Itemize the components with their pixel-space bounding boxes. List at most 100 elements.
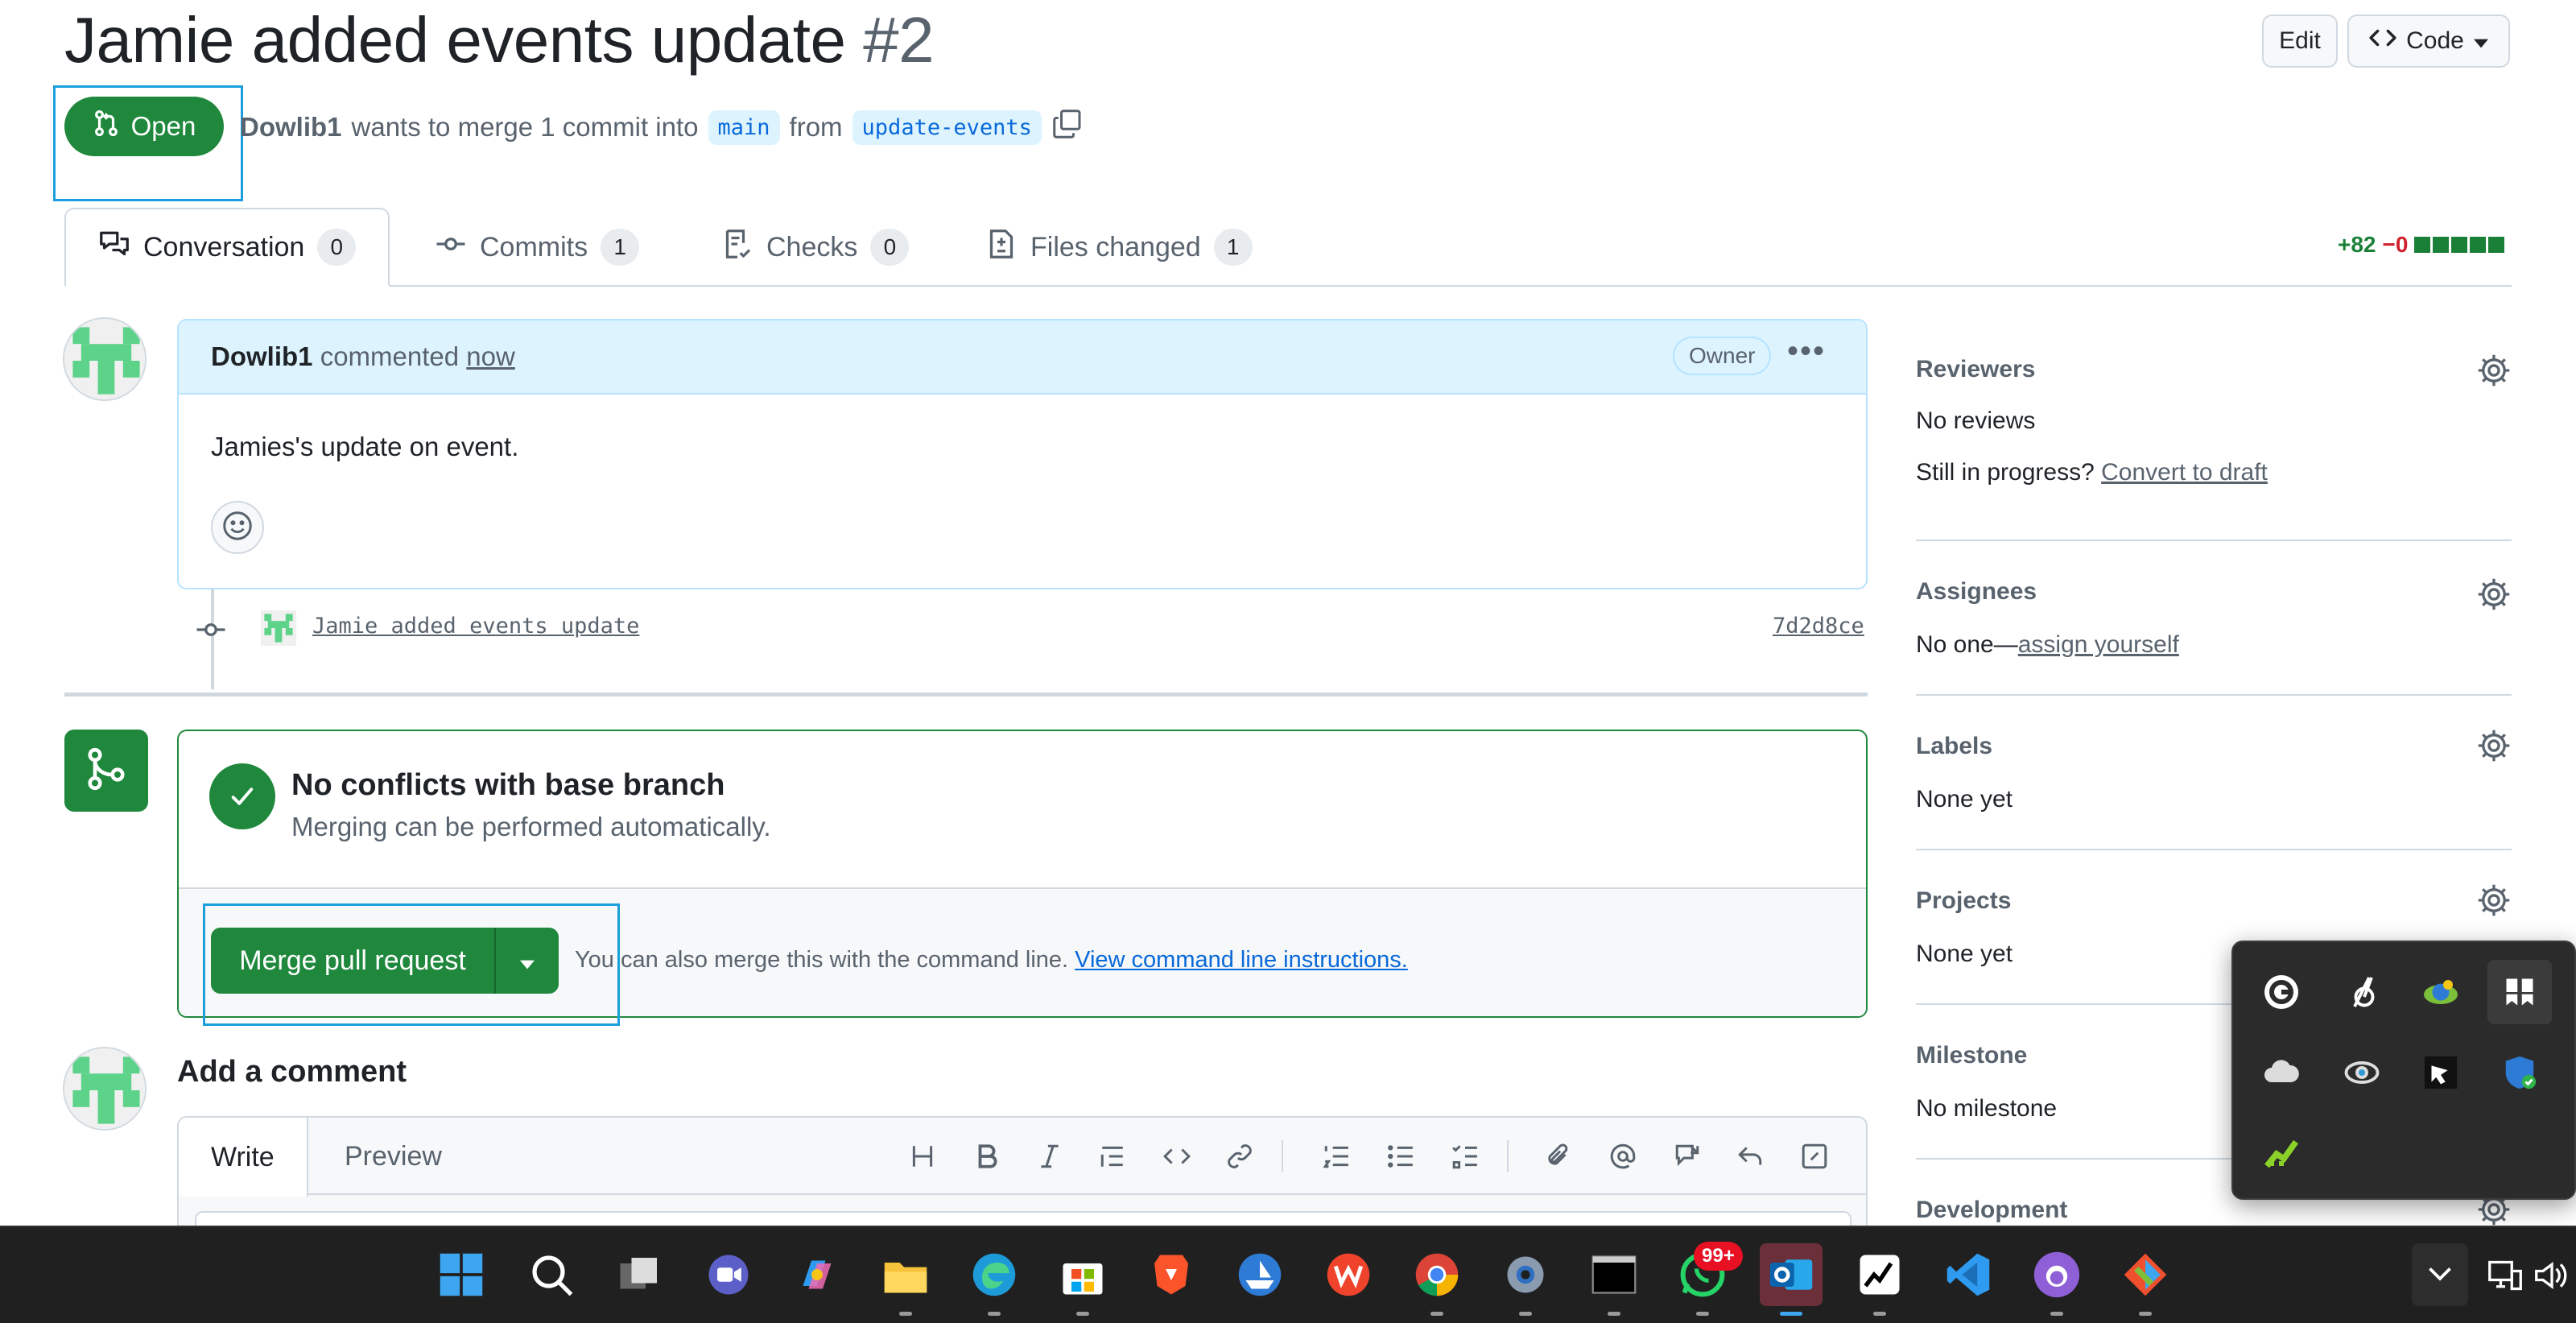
grammarly-icon[interactable] [2249,960,2314,1024]
sidebar-divider [1916,540,2512,541]
tab-preview[interactable]: Preview [312,1118,474,1195]
volume-icon[interactable] [2534,1259,2570,1296]
wps-icon[interactable] [1317,1243,1380,1306]
mention-icon[interactable] [1607,1140,1639,1172]
gear-icon[interactable] [2476,577,2512,612]
chevron-up-icon[interactable] [2412,1243,2468,1306]
avatar[interactable] [63,1047,147,1131]
link-icon[interactable] [1224,1140,1256,1172]
unordered-list-icon[interactable] [1385,1140,1417,1172]
git-icon[interactable] [2114,1243,2177,1316]
owner-badge: Owner [1673,337,1772,375]
security-shield-icon[interactable] [2487,1040,2552,1105]
development-heading[interactable]: Development [1916,1197,2067,1224]
bookmark-app-icon[interactable] [2487,960,2552,1024]
paperclip-icon[interactable] [1542,1140,1575,1172]
pr-title: Jamie added events update #2 [64,3,935,77]
meet-icon[interactable] [697,1243,760,1306]
tab-commits[interactable]: Commits 1 [402,208,671,287]
reply-icon[interactable] [1734,1140,1766,1172]
snipping-icon[interactable] [2330,960,2394,1024]
tab-conversation[interactable]: Conversation 0 [64,208,390,287]
commit-message-link[interactable]: Jamie added events update [312,614,639,639]
store-icon[interactable] [1051,1243,1114,1316]
quote-icon[interactable] [1096,1140,1129,1172]
comment-author-link[interactable]: Dowlib1 [211,341,313,371]
heading-icon[interactable] [906,1140,939,1172]
code-label: Code [2406,27,2464,54]
tab-count: 0 [870,229,910,266]
avatar[interactable] [63,317,147,401]
start-icon[interactable] [430,1243,493,1306]
code-brackets-icon [2369,24,2396,58]
code-icon[interactable] [1161,1140,1193,1172]
network-icon[interactable] [2487,1259,2523,1296]
copilot-icon[interactable] [786,1243,848,1306]
commit-sha-link[interactable]: 7d2d8ce [1773,614,1864,639]
github-icon[interactable] [2025,1243,2088,1316]
comment-body: Jamies's update on event. [211,432,519,461]
smiley-icon [221,510,254,546]
task-view-icon[interactable] [609,1243,671,1306]
code-button[interactable]: Code [2347,14,2510,68]
stocks-icon[interactable] [1848,1243,1911,1316]
edit-button[interactable]: Edit [2262,14,2338,68]
vscode-icon[interactable] [1937,1243,2000,1306]
vpn-eye-icon[interactable] [2330,1040,2394,1105]
milestone-heading[interactable]: Milestone [1916,1042,2027,1069]
tab-files-changed[interactable]: Files changed 1 [953,208,1285,287]
file-explorer-icon[interactable] [874,1243,937,1316]
head-branch[interactable]: update-events [852,110,1042,145]
ordered-list-icon[interactable] [1320,1140,1352,1172]
assign-yourself-link[interactable]: assign yourself [2018,631,2179,658]
outlook-icon[interactable] [1760,1243,1823,1316]
commit-avatar[interactable] [261,610,296,646]
projects-heading[interactable]: Projects [1916,887,2011,915]
tab-label: Commits [480,231,588,263]
labels-heading[interactable]: Labels [1916,733,1992,760]
diffstat: +82 −0 [2338,232,2505,258]
kebab-menu-icon[interactable]: ••• [1787,333,1826,370]
reviewers-heading[interactable]: Reviewers [1916,356,2035,383]
bold-icon[interactable] [971,1140,1003,1172]
base-branch[interactable]: main [708,110,780,145]
tab-checks[interactable]: Checks 0 [689,208,941,287]
gear-icon[interactable] [2476,353,2512,388]
stocks-tray-icon[interactable] [2249,1119,2314,1184]
gear-icon[interactable] [2476,728,2512,763]
onedrive-icon[interactable] [2249,1040,2314,1105]
edit-label: Edit [2279,27,2321,54]
command-line-instructions-link[interactable]: View command line instructions. [1075,947,1408,973]
pr-author-link[interactable]: Dowlib1 [240,112,342,143]
comment-action: commented [320,341,460,371]
comment-header: Dowlib1 commented now Owner ••• [179,320,1866,395]
convert-to-draft-link[interactable]: Convert to draft [2101,459,2268,486]
copy-icon[interactable] [1051,108,1084,147]
comment-time-link[interactable]: now [466,341,515,371]
italic-icon[interactable] [1034,1140,1066,1172]
editor-tabs: Write Preview [179,1118,1866,1197]
tab-label: Conversation [143,231,305,263]
brave-icon[interactable] [1140,1243,1203,1306]
chrome-icon[interactable] [1406,1243,1468,1316]
cross-reference-icon[interactable] [1671,1140,1703,1172]
from-text: from [789,112,843,142]
task-list-icon[interactable] [1449,1140,1481,1172]
pen-app-icon[interactable] [2409,1040,2473,1105]
add-reaction-button[interactable] [211,501,264,554]
globe-app-icon[interactable] [2409,960,2473,1024]
assignees-heading[interactable]: Assignees [1916,578,2037,606]
tab-write[interactable]: Write [179,1118,308,1197]
search-icon[interactable] [520,1243,583,1306]
fullscreen-icon[interactable] [1798,1140,1831,1172]
edge-icon[interactable] [963,1243,1026,1316]
settings-icon[interactable] [1494,1243,1557,1316]
git-commit-icon [435,228,467,267]
merge-status-icon-box [64,730,148,812]
terminal-icon[interactable] [1583,1243,1645,1316]
gear-icon[interactable] [2476,883,2512,918]
ship-icon[interactable] [1228,1243,1291,1306]
tab-count: 0 [317,229,357,266]
tab-label: Checks [766,231,858,263]
taskbar: 99+ [0,1226,2576,1323]
